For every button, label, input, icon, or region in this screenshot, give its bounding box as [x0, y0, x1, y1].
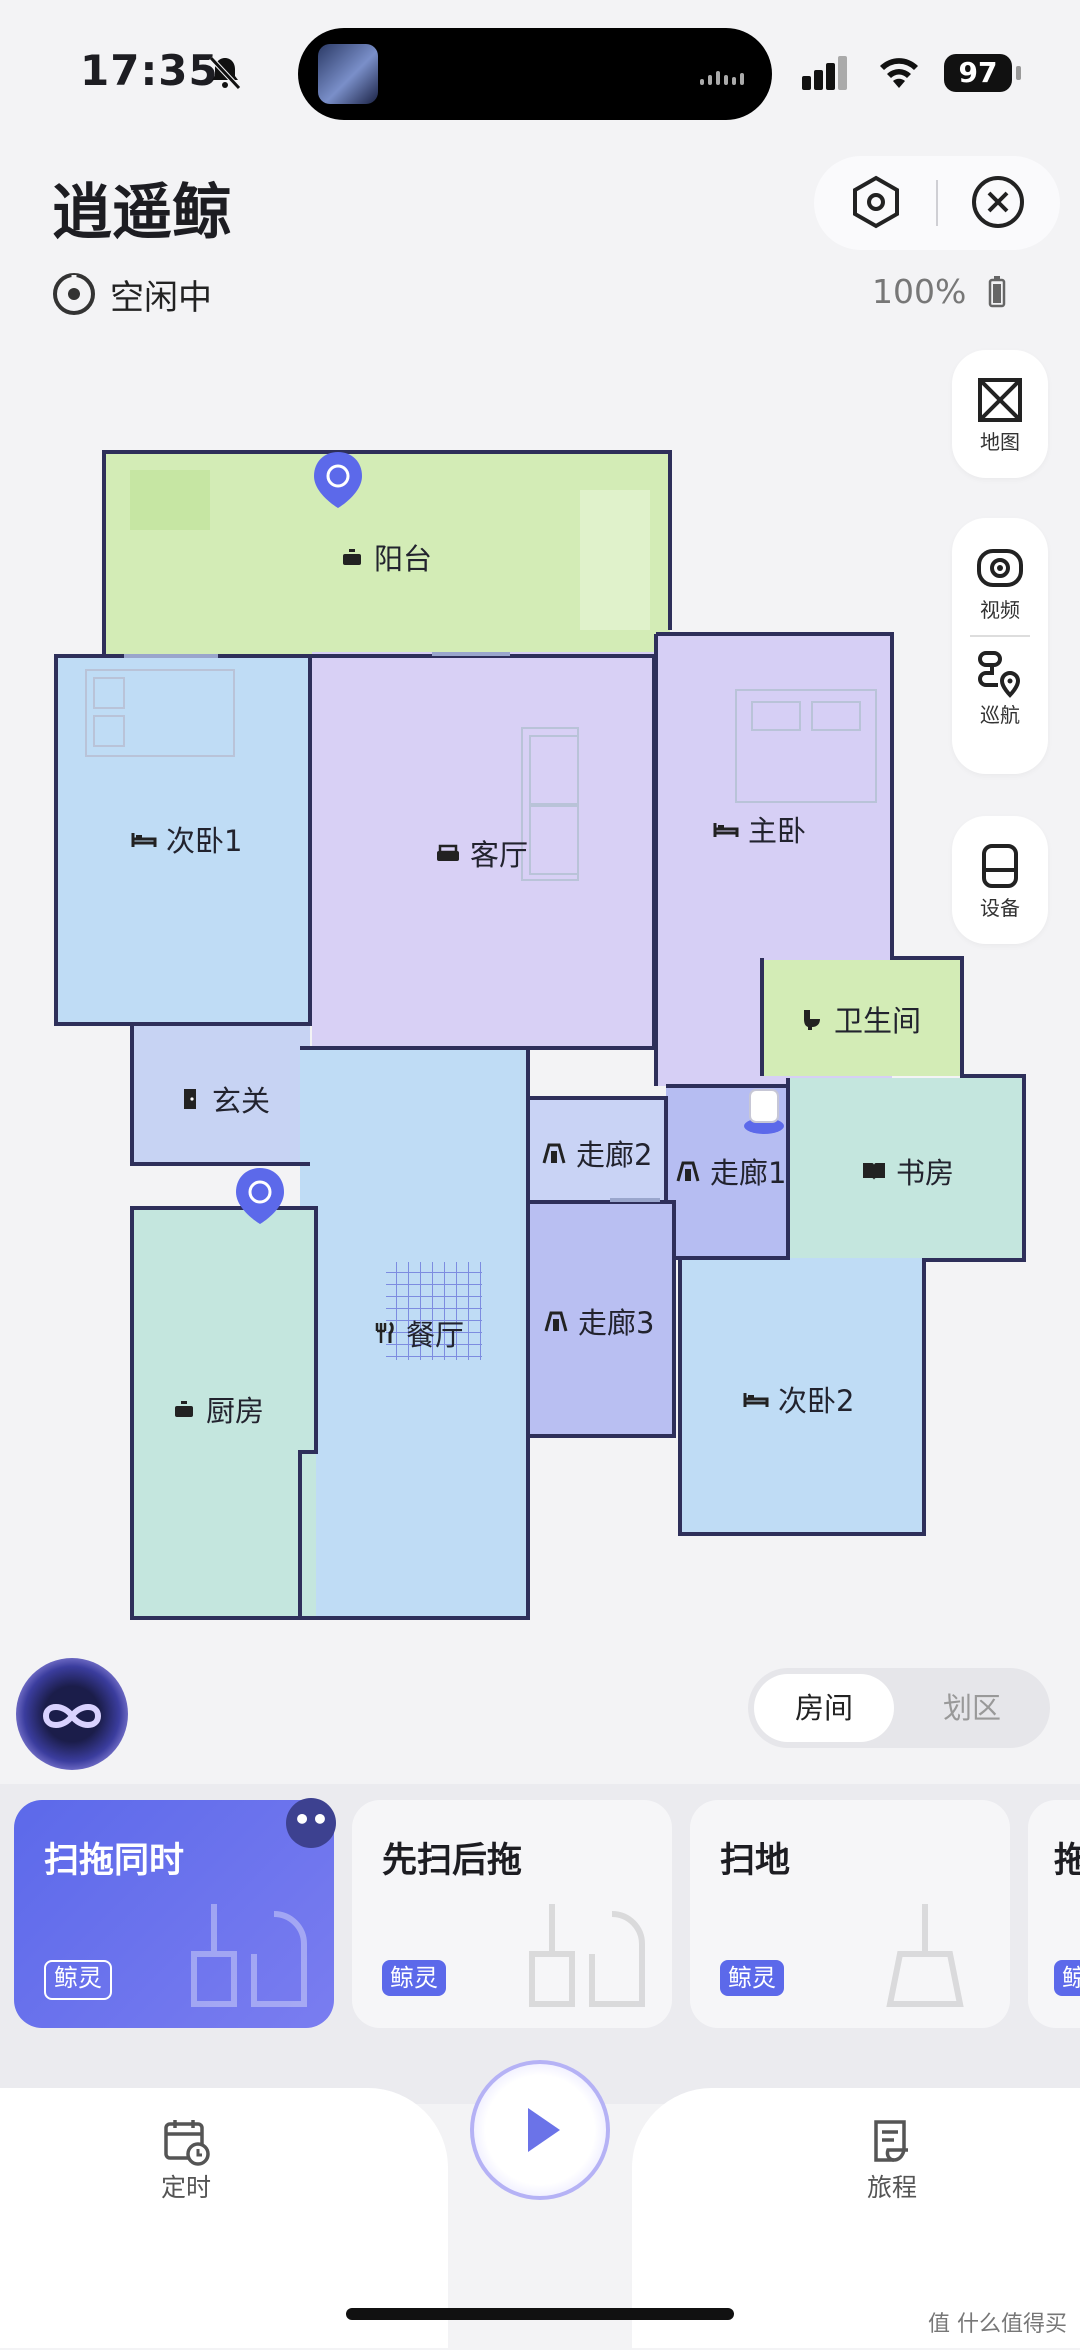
room-label-dining[interactable]: 餐厅: [370, 1312, 464, 1354]
room-name: 走廊3: [578, 1306, 655, 1340]
settings-hex-icon[interactable]: [846, 172, 906, 232]
room-name: 阳台: [374, 542, 433, 576]
play-icon: [528, 2108, 560, 2152]
mode-card-mop[interactable]: 拖 鲸: [1028, 1800, 1080, 2028]
segment-zones-tab[interactable]: 划区: [900, 1674, 1044, 1742]
robot-status-icon: [53, 273, 95, 315]
header-divider: [936, 180, 938, 226]
room-label-living[interactable]: 客厅: [434, 832, 528, 874]
mode-card-sweep-then-mop[interactable]: 先扫后拖 鲸灵: [352, 1800, 672, 2028]
pot-icon: [343, 549, 361, 565]
room-name: 卫生间: [834, 1004, 922, 1038]
journey-button[interactable]: 旅程: [842, 2116, 942, 2204]
audio-bars-icon: [700, 66, 748, 85]
room-name: 玄关: [212, 1084, 271, 1118]
balcony-texture: [580, 490, 650, 630]
mode-badge: 鲸灵: [382, 1960, 446, 1996]
toilet-icon: [804, 1010, 820, 1030]
mode-badge: 鲸灵: [44, 1960, 112, 2000]
mode-badge: 鲸: [1054, 1960, 1080, 1996]
room-name: 次卧1: [166, 824, 243, 858]
home-indicator[interactable]: [346, 2308, 734, 2320]
mode-title: 扫地: [720, 1841, 791, 1881]
map-icon: [978, 378, 1022, 422]
room-label-study[interactable]: 书房: [860, 1150, 954, 1192]
watermark-text: 值 什么值得买: [928, 2312, 1067, 2337]
robot-status: 空闲中: [110, 278, 212, 318]
calendar-clock-icon: [164, 2120, 210, 2166]
bed-icon: [713, 823, 739, 837]
ai-assistant-orb[interactable]: [16, 1658, 128, 1770]
broom-mop-icon: [191, 1904, 307, 2007]
mode-title: 拖: [1054, 1841, 1080, 1881]
broom-mop-icon: [529, 1904, 645, 2007]
bed-icon: [131, 833, 157, 847]
room-label-master[interactable]: 主卧: [712, 808, 806, 850]
schedule-button[interactable]: 定时: [136, 2116, 236, 2204]
room-label-kitchen[interactable]: 厨房: [170, 1388, 264, 1430]
room-label-bathroom[interactable]: 卫生间: [798, 998, 921, 1040]
mode-title: 先扫后拖: [382, 1841, 523, 1881]
utensils-icon: [375, 1321, 394, 1343]
journey-doc-icon: [874, 2120, 908, 2162]
mode-badge: 鲸灵: [720, 1960, 784, 1996]
now-playing-thumbnail[interactable]: [318, 44, 378, 104]
status-time: 17:35: [80, 46, 219, 95]
robot-battery-percent: 100%: [872, 272, 967, 311]
room-label-entry[interactable]: 玄关: [176, 1078, 270, 1120]
sofa-icon: [437, 844, 459, 861]
battery-tip: [1016, 66, 1021, 80]
room-name: 厨房: [206, 1394, 265, 1428]
start-cleaning-button[interactable]: [470, 2060, 610, 2200]
wifi-icon: [880, 58, 918, 88]
mode-card-sweep-mop[interactable]: 扫拖同时 鲸灵: [14, 1800, 334, 2028]
room-label-hall3[interactable]: 走廊3: [542, 1300, 654, 1342]
room-label-bedroom2[interactable]: 次卧1: [130, 818, 242, 860]
book-icon: [863, 1163, 885, 1180]
door-icon: [184, 1089, 196, 1109]
cellular-signal-icon: [802, 56, 850, 90]
more-options-button[interactable]: ••: [286, 1798, 336, 1848]
room-name: 走廊1: [710, 1156, 787, 1190]
segment-rooms-tab[interactable]: 房间: [754, 1674, 894, 1742]
room-name: 走廊2: [576, 1138, 653, 1172]
room-name: 餐厅: [406, 1318, 465, 1352]
room-label-balcony[interactable]: 阳台: [338, 536, 432, 578]
room-name: 次卧2: [778, 1384, 855, 1418]
bed-icon: [743, 1393, 769, 1407]
room-label-hall2[interactable]: 走廊2: [540, 1132, 652, 1174]
broom-icon: [886, 1904, 964, 2007]
schedule-label: 定时: [160, 2173, 211, 2202]
robot-station-icon[interactable]: [744, 1089, 784, 1134]
room-label-hall1[interactable]: 走廊1: [674, 1150, 786, 1192]
corridor-icon: [676, 1161, 700, 1182]
bell-muted-icon: [209, 56, 241, 90]
page-title: 逍遥鲸: [52, 178, 232, 248]
room-name: 书房: [896, 1156, 955, 1190]
robot-battery-icon: [988, 276, 1006, 308]
close-icon[interactable]: [968, 172, 1028, 232]
journey-label: 旅程: [866, 2173, 917, 2202]
corridor-icon: [542, 1143, 566, 1164]
corridor-icon: [544, 1311, 568, 1332]
mode-card-sweep[interactable]: 扫地 鲸灵: [690, 1800, 1010, 2028]
room-name: 主卧: [748, 814, 807, 848]
mode-title: 扫拖同时: [44, 1841, 185, 1881]
pot-icon: [175, 1401, 193, 1417]
room-name: 客厅: [470, 838, 529, 872]
infinity-icon: [42, 1704, 102, 1728]
battery-indicator: 97: [944, 54, 1012, 92]
balcony-texture: [130, 470, 210, 530]
room-label-bedroom3[interactable]: 次卧2: [742, 1378, 854, 1420]
